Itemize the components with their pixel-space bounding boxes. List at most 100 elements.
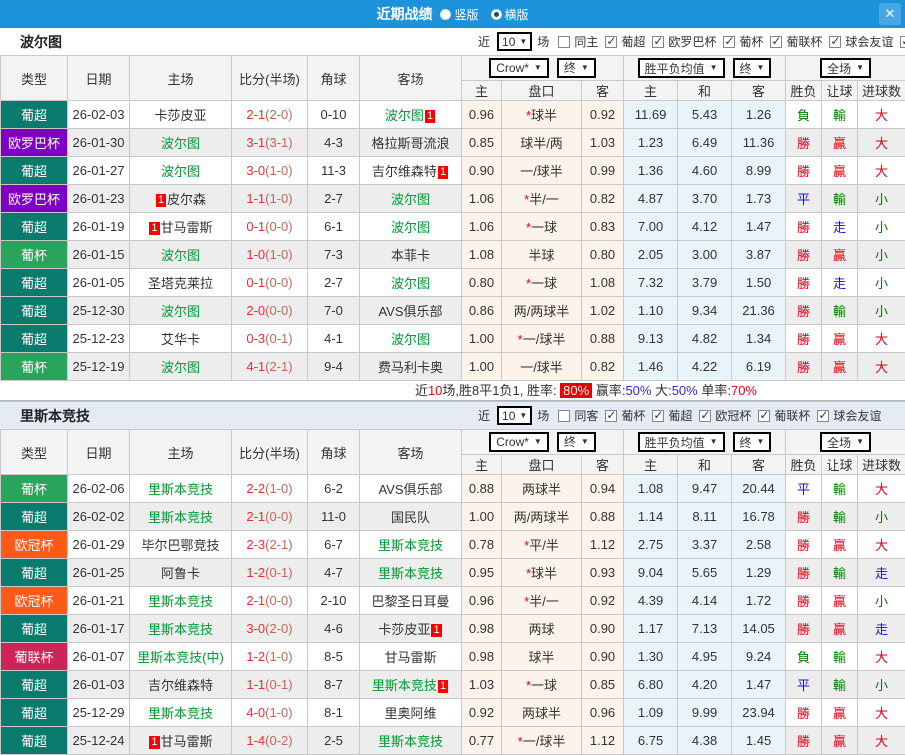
- league-filter-checkbox[interactable]: [900, 36, 905, 48]
- match-date: 25-12-30: [68, 297, 130, 325]
- bookmaker-select[interactable]: Crow*▼: [489, 58, 549, 78]
- home-team-link[interactable]: 甘马雷斯: [161, 220, 213, 235]
- label: 葡超: [621, 33, 645, 50]
- home-team-link[interactable]: 皮尔森: [167, 192, 206, 207]
- away-team-link[interactable]: 格拉斯哥流浪: [371, 136, 449, 151]
- odds-away-win: 2.58: [732, 531, 786, 559]
- recent-count-select[interactable]: 10▼: [497, 406, 532, 425]
- away-team: 里斯本竞技1: [360, 671, 462, 699]
- same-venue-checkbox[interactable]: [558, 410, 570, 422]
- full-time-score: 2-0: [246, 303, 265, 318]
- odds-draw: 4.14: [678, 587, 732, 615]
- home-team-link[interactable]: 波尔图: [161, 248, 200, 263]
- home-team-link[interactable]: 波尔图: [161, 304, 200, 319]
- layout-radio-option[interactable]: 竖版: [440, 6, 478, 23]
- handicap-final-select[interactable]: 终▼: [557, 432, 596, 452]
- home-team-link[interactable]: 波尔图: [161, 136, 200, 151]
- league-filter-checkbox[interactable]: [770, 36, 782, 48]
- away-team-link[interactable]: 里奥阿维: [384, 706, 436, 721]
- home-team-link[interactable]: 里斯本竞技: [148, 594, 213, 609]
- away-team-link[interactable]: 卡莎皮亚: [378, 622, 430, 637]
- home-team-link[interactable]: 吉尔维森特: [148, 678, 213, 693]
- corner-count: 4-3: [308, 129, 360, 157]
- full-time-score: 4-1: [246, 359, 265, 374]
- home-team: 里斯本竞技: [130, 615, 232, 643]
- wdl-final-select[interactable]: 终▼: [733, 58, 772, 78]
- red-card-badge: 1: [149, 222, 159, 235]
- league-filter-checkbox[interactable]: [817, 410, 829, 422]
- full-time-score: 3-0: [246, 621, 265, 636]
- wdl-final-select[interactable]: 终▼: [733, 432, 772, 452]
- away-team-link[interactable]: 波尔图: [391, 220, 430, 235]
- league-filter-checkbox[interactable]: [723, 36, 735, 48]
- league-filter-checkbox[interactable]: [829, 36, 841, 48]
- odds-home-win: 1.08: [624, 475, 678, 503]
- half-time-score: (1-0): [265, 705, 292, 720]
- recent-count-select[interactable]: 10▼: [497, 32, 532, 51]
- close-icon[interactable]: ✕: [879, 3, 901, 25]
- away-team: 波尔图: [360, 325, 462, 353]
- result-wdl: 平: [786, 475, 822, 503]
- home-team-link[interactable]: 毕尔巴鄂竞技: [141, 538, 219, 553]
- home-team-link[interactable]: 卡莎皮亚: [154, 108, 206, 123]
- bookmaker-select[interactable]: Crow*▼: [489, 432, 549, 452]
- league-filter-checkbox[interactable]: [605, 36, 617, 48]
- away-team-link[interactable]: 里斯本竞技: [372, 678, 437, 693]
- home-team-link[interactable]: 里斯本竞技: [148, 510, 213, 525]
- match-date: 26-01-23: [68, 185, 130, 213]
- home-team-link[interactable]: 波尔图: [161, 360, 200, 375]
- league-filter-checkbox[interactable]: [758, 410, 770, 422]
- home-team: 波尔图: [130, 353, 232, 381]
- home-team-link[interactable]: 里斯本竞技: [148, 482, 213, 497]
- away-team-link[interactable]: 里斯本竞技: [378, 538, 443, 553]
- home-team-link[interactable]: 甘马雷斯: [161, 734, 213, 749]
- league-filter-checkbox[interactable]: [605, 410, 617, 422]
- home-team-link[interactable]: 里斯本竞技: [148, 706, 213, 721]
- home-team-link[interactable]: 圣塔克莱拉: [148, 276, 213, 291]
- away-team-link[interactable]: 国民队: [391, 510, 430, 525]
- team-name: 波尔图: [20, 32, 62, 52]
- league-filter-checkbox[interactable]: [652, 410, 664, 422]
- away-team-link[interactable]: AVS俱乐部: [378, 482, 442, 497]
- match-scope-select[interactable]: 全场▼: [820, 58, 871, 78]
- chevron-down-icon: ▼: [856, 438, 864, 446]
- odds-draw: 4.22: [678, 353, 732, 381]
- home-team-link[interactable]: 艾华卡: [161, 332, 200, 347]
- chevron-down-icon: ▼: [519, 38, 527, 46]
- odds-away-win: 8.99: [732, 157, 786, 185]
- match-scope-select[interactable]: 全场▼: [820, 432, 871, 452]
- handicap-final-select[interactable]: 终▼: [557, 58, 596, 78]
- away-team-link[interactable]: 波尔图: [391, 332, 430, 347]
- home-team-link[interactable]: 波尔图: [161, 164, 200, 179]
- league-filter-checkbox[interactable]: [699, 410, 711, 422]
- away-team-link[interactable]: 里斯本竞技: [378, 566, 443, 581]
- league-badge: 欧冠杯: [1, 587, 68, 615]
- handicap-home-odds: 0.80: [462, 269, 502, 297]
- label: Crow*: [496, 61, 529, 75]
- layout-radio-selected[interactable]: 横版: [491, 6, 529, 23]
- away-team: 里斯本竞技: [360, 559, 462, 587]
- handicap-home-odds: 0.96: [462, 587, 502, 615]
- handicap-away-odds: 0.80: [582, 241, 624, 269]
- match-date: 26-01-25: [68, 559, 130, 587]
- away-team-link[interactable]: 甘马雷斯: [384, 650, 436, 665]
- sub-column-header: 进球数: [858, 455, 905, 475]
- away-team-link[interactable]: 本菲卡: [391, 248, 430, 263]
- away-team-link[interactable]: 里斯本竞技: [378, 734, 443, 749]
- home-team-link[interactable]: 阿鲁卡: [161, 566, 200, 581]
- half-time-score: (0-0): [265, 303, 292, 318]
- away-team-link[interactable]: 波尔图: [391, 192, 430, 207]
- away-team-link[interactable]: 巴黎圣日耳曼: [371, 594, 449, 609]
- same-venue-checkbox[interactable]: [558, 36, 570, 48]
- league-filter-checkbox[interactable]: [652, 36, 664, 48]
- away-team-link[interactable]: AVS俱乐部: [378, 304, 442, 319]
- away-team-link[interactable]: 吉尔维森特: [372, 164, 437, 179]
- home-team-link[interactable]: 里斯本竞技(中): [137, 650, 224, 665]
- home-team-link[interactable]: 里斯本竞技: [148, 622, 213, 637]
- wdl-average-select[interactable]: 胜平负均值▼: [638, 432, 725, 452]
- away-team-link[interactable]: 费马利卡奥: [378, 360, 443, 375]
- away-team-link[interactable]: 波尔图: [385, 108, 424, 123]
- wdl-average-select[interactable]: 胜平负均值▼: [638, 58, 725, 78]
- away-team-link[interactable]: 波尔图: [391, 276, 430, 291]
- result-handicap: 輸: [822, 559, 858, 587]
